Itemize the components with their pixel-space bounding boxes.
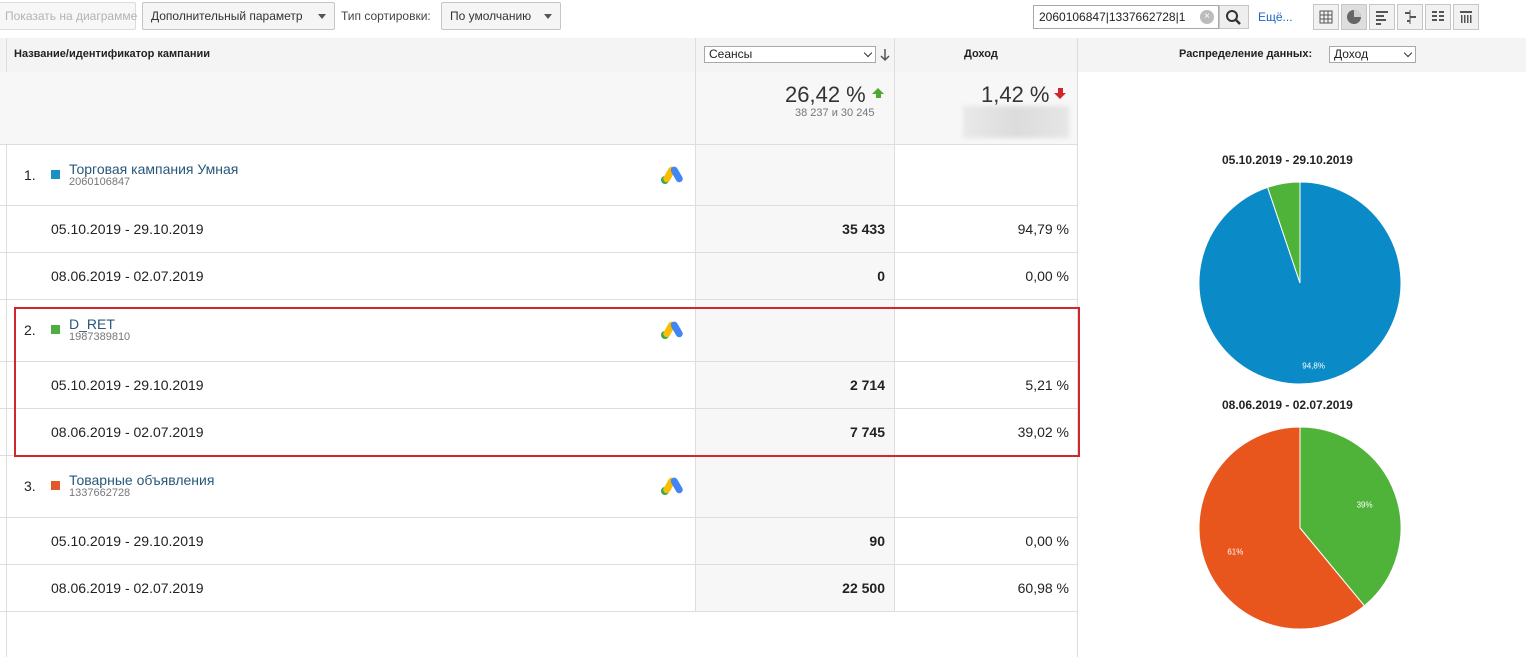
sort-desc-icon[interactable] [878,47,892,63]
sort-type-label: Тип сортировки: [341,9,431,23]
sessions-value: 35 433 [842,221,885,237]
revenue-column-header[interactable]: Доход [964,48,998,60]
sort-type-dropdown[interactable]: По умолчанию [441,2,561,30]
clear-search-icon[interactable]: × [1200,10,1214,24]
table-row[interactable]: 1. Торговая кампания Умная 2060106847 [0,145,1078,206]
distribution-label: Распределение данных: [1179,48,1313,60]
sort-type-value: По умолчанию [450,9,532,23]
pie-chart-title: 05.10.2019 - 29.10.2019 [1222,153,1353,167]
chevron-down-icon [863,48,873,58]
grid-icon [1319,10,1333,24]
columns-icon [1460,11,1472,23]
pie-slice-label: 39% [1357,501,1373,510]
chevron-down-icon [544,14,552,19]
metric-cell [696,253,894,299]
pie-slice-label: 94,8% [1302,362,1325,371]
bar-list-icon [1376,11,1388,25]
table-row[interactable]: 08.06.2019 - 02.07.2019 0 0,00 % [0,253,1078,300]
sessions-value: 90 [869,533,885,549]
performance-view-button[interactable] [1369,4,1395,30]
revenue-value: 0,00 % [1025,533,1069,549]
redacted-value [963,106,1069,138]
comparison-icon [1405,10,1416,24]
pivot-view-button[interactable] [1453,4,1479,30]
pivot-icon [1432,9,1444,23]
pie-chart: 39% 61% [1198,426,1402,630]
metric-cell [696,456,894,517]
pie-chart: 94,8% [1198,181,1402,385]
chevron-down-icon [318,14,326,19]
distribution-select-value: Доход [1334,47,1369,61]
campaign-column-header[interactable]: Название/идентификатор кампании [14,48,210,60]
secondary-dimension-label: Дополнительный параметр [151,9,303,23]
series-color-swatch [51,481,60,490]
revenue-value: 0,00 % [1025,268,1069,284]
search-input[interactable]: 2060106847|1337662728|1 [1033,5,1219,29]
metric-select[interactable]: Сеансы [704,46,876,63]
campaign-id: 1337662728 [69,487,131,499]
pie-view-button[interactable] [1341,4,1367,30]
google-ads-icon [661,166,683,184]
distribution-select[interactable]: Доход [1329,46,1416,63]
metric-select-value: Сеансы [709,47,753,61]
chevron-down-icon [1403,48,1413,58]
show-on-chart-button[interactable]: Показать на диаграмме [0,2,137,30]
revenue-value: 94,79 % [1017,221,1069,237]
pie-chart-title: 08.06.2019 - 02.07.2019 [1222,398,1353,412]
table-row[interactable]: 05.10.2019 - 29.10.2019 35 433 94,79 % [0,206,1078,253]
date-range: 08.06.2019 - 02.07.2019 [51,268,204,284]
row-index: 3. [24,478,36,494]
campaign-name-link[interactable]: Товарные объявления [69,472,214,488]
summary-row [0,72,1078,145]
more-link[interactable]: Ещё... [1258,10,1293,24]
sessions-value: 0 [877,268,885,284]
comparison-view-button[interactable] [1397,4,1423,30]
table-view-button[interactable] [1313,4,1339,30]
sessions-value: 22 500 [842,580,885,596]
pie-slice-label: 61% [1227,547,1243,556]
arrow-up-icon [872,88,884,98]
campaign-name-link[interactable]: Торговая кампания Умная [69,161,238,177]
search-button[interactable] [1219,5,1249,29]
google-ads-icon [661,477,683,495]
highlight-frame [14,307,1080,457]
revenue-change-value: 1,42 % [981,82,1050,107]
table-row[interactable]: 05.10.2019 - 29.10.2019 90 0,00 % [0,518,1078,565]
metric-cell [696,518,894,564]
date-range: 08.06.2019 - 02.07.2019 [51,580,204,596]
secondary-dimension-dropdown[interactable]: Дополнительный параметр [142,2,335,30]
search-icon [1226,10,1241,25]
date-range: 05.10.2019 - 29.10.2019 [51,533,204,549]
campaign-id: 2060106847 [69,176,131,188]
term-cloud-view-button[interactable] [1425,4,1451,30]
metric-cell [696,145,894,205]
sessions-compare-text: 38 237 и 30 245 [795,107,875,119]
table-row[interactable]: 3. Товарные объявления 1337662728 [0,456,1078,518]
row-index: 1. [24,167,36,183]
revenue-value: 60,98 % [1017,580,1069,596]
series-color-swatch [51,170,60,179]
date-range: 05.10.2019 - 29.10.2019 [51,221,204,237]
sessions-change-value: 26,42 % [785,82,866,107]
table-row[interactable]: 08.06.2019 - 02.07.2019 22 500 60,98 % [0,565,1078,612]
pie-chart-icon [1347,10,1361,24]
arrow-down-icon [1054,88,1066,99]
